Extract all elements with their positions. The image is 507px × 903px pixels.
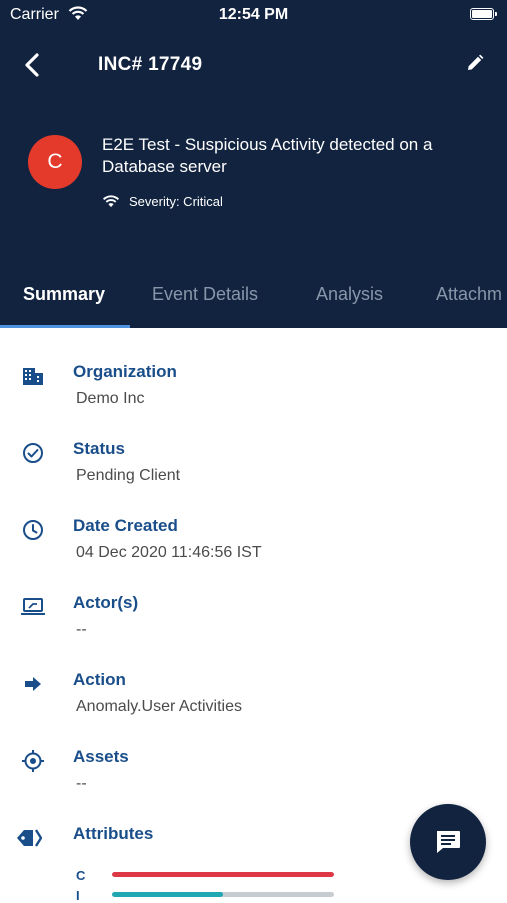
field-label: Organization: [73, 362, 177, 381]
check-circle-icon: [20, 441, 46, 465]
field-value: --: [76, 775, 87, 792]
building-icon: [20, 364, 46, 388]
active-tab-indicator: [0, 325, 130, 328]
severity-indicator: Severity: Critical: [102, 194, 223, 209]
field-value: 04 Dec 2020 11:46:56 IST: [76, 544, 262, 561]
back-button[interactable]: [14, 47, 50, 83]
edit-button[interactable]: [460, 48, 490, 78]
attribute-bar-fill: [112, 892, 223, 897]
field-value: Demo Inc: [76, 390, 145, 407]
field-label: Assets: [73, 747, 129, 766]
tab-analysis[interactable]: Analysis: [316, 282, 383, 328]
chevron-left-icon: [25, 53, 39, 77]
field-actors: Actor(s) --: [0, 593, 507, 663]
pencil-icon: [468, 54, 484, 70]
signal-icon: [102, 195, 120, 208]
attribute-letter: C: [76, 868, 86, 883]
chat-button[interactable]: [410, 804, 486, 880]
severity-label: Severity: Critical: [129, 194, 223, 209]
field-organization: Organization Demo Inc: [0, 362, 507, 432]
field-value: --: [76, 621, 87, 638]
field-value: Anomaly.User Activities: [76, 698, 242, 715]
laptop-icon: [20, 595, 46, 619]
field-label: Status: [73, 439, 125, 458]
tag-icon: [16, 826, 42, 850]
attribute-letter: I: [76, 888, 80, 903]
avatar: C: [28, 135, 82, 189]
battery-icon: [470, 8, 497, 20]
page-title: INC# 17749: [98, 54, 203, 75]
tab-event-details[interactable]: Event Details: [152, 282, 258, 328]
status-bar: Carrier 12:54 PM: [0, 0, 507, 32]
arrow-right-icon: [20, 672, 46, 696]
clock-icon: [20, 518, 46, 542]
tab-attachments[interactable]: Attachm: [436, 282, 502, 328]
target-icon: [20, 749, 46, 773]
attribute-bar: [112, 872, 334, 877]
field-label: Date Created: [73, 516, 178, 535]
attribute-bar: [112, 892, 334, 897]
field-value: Pending Client: [76, 467, 181, 484]
field-label: Attributes: [73, 824, 154, 843]
incident-header: Carrier 12:54 PM INC# 17749 C E2E Test -…: [0, 0, 507, 328]
field-label: Action: [73, 670, 126, 689]
field-label: Actor(s): [73, 593, 139, 612]
tab-summary[interactable]: Summary: [23, 282, 105, 328]
field-action: Action Anomaly.User Activities: [0, 670, 507, 740]
incident-title: E2E Test - Suspicious Activity detected …: [102, 135, 433, 176]
field-status: Status Pending Client: [0, 439, 507, 509]
chat-icon: [437, 831, 460, 853]
field-assets: Assets --: [0, 747, 507, 817]
clock-time: 12:54 PM: [218, 6, 289, 23]
attribute-bar-fill: [112, 872, 334, 877]
tab-bar: Summary Event Details Analysis Attachm: [0, 282, 507, 328]
field-date-created: Date Created 04 Dec 2020 11:46:56 IST: [0, 516, 507, 586]
